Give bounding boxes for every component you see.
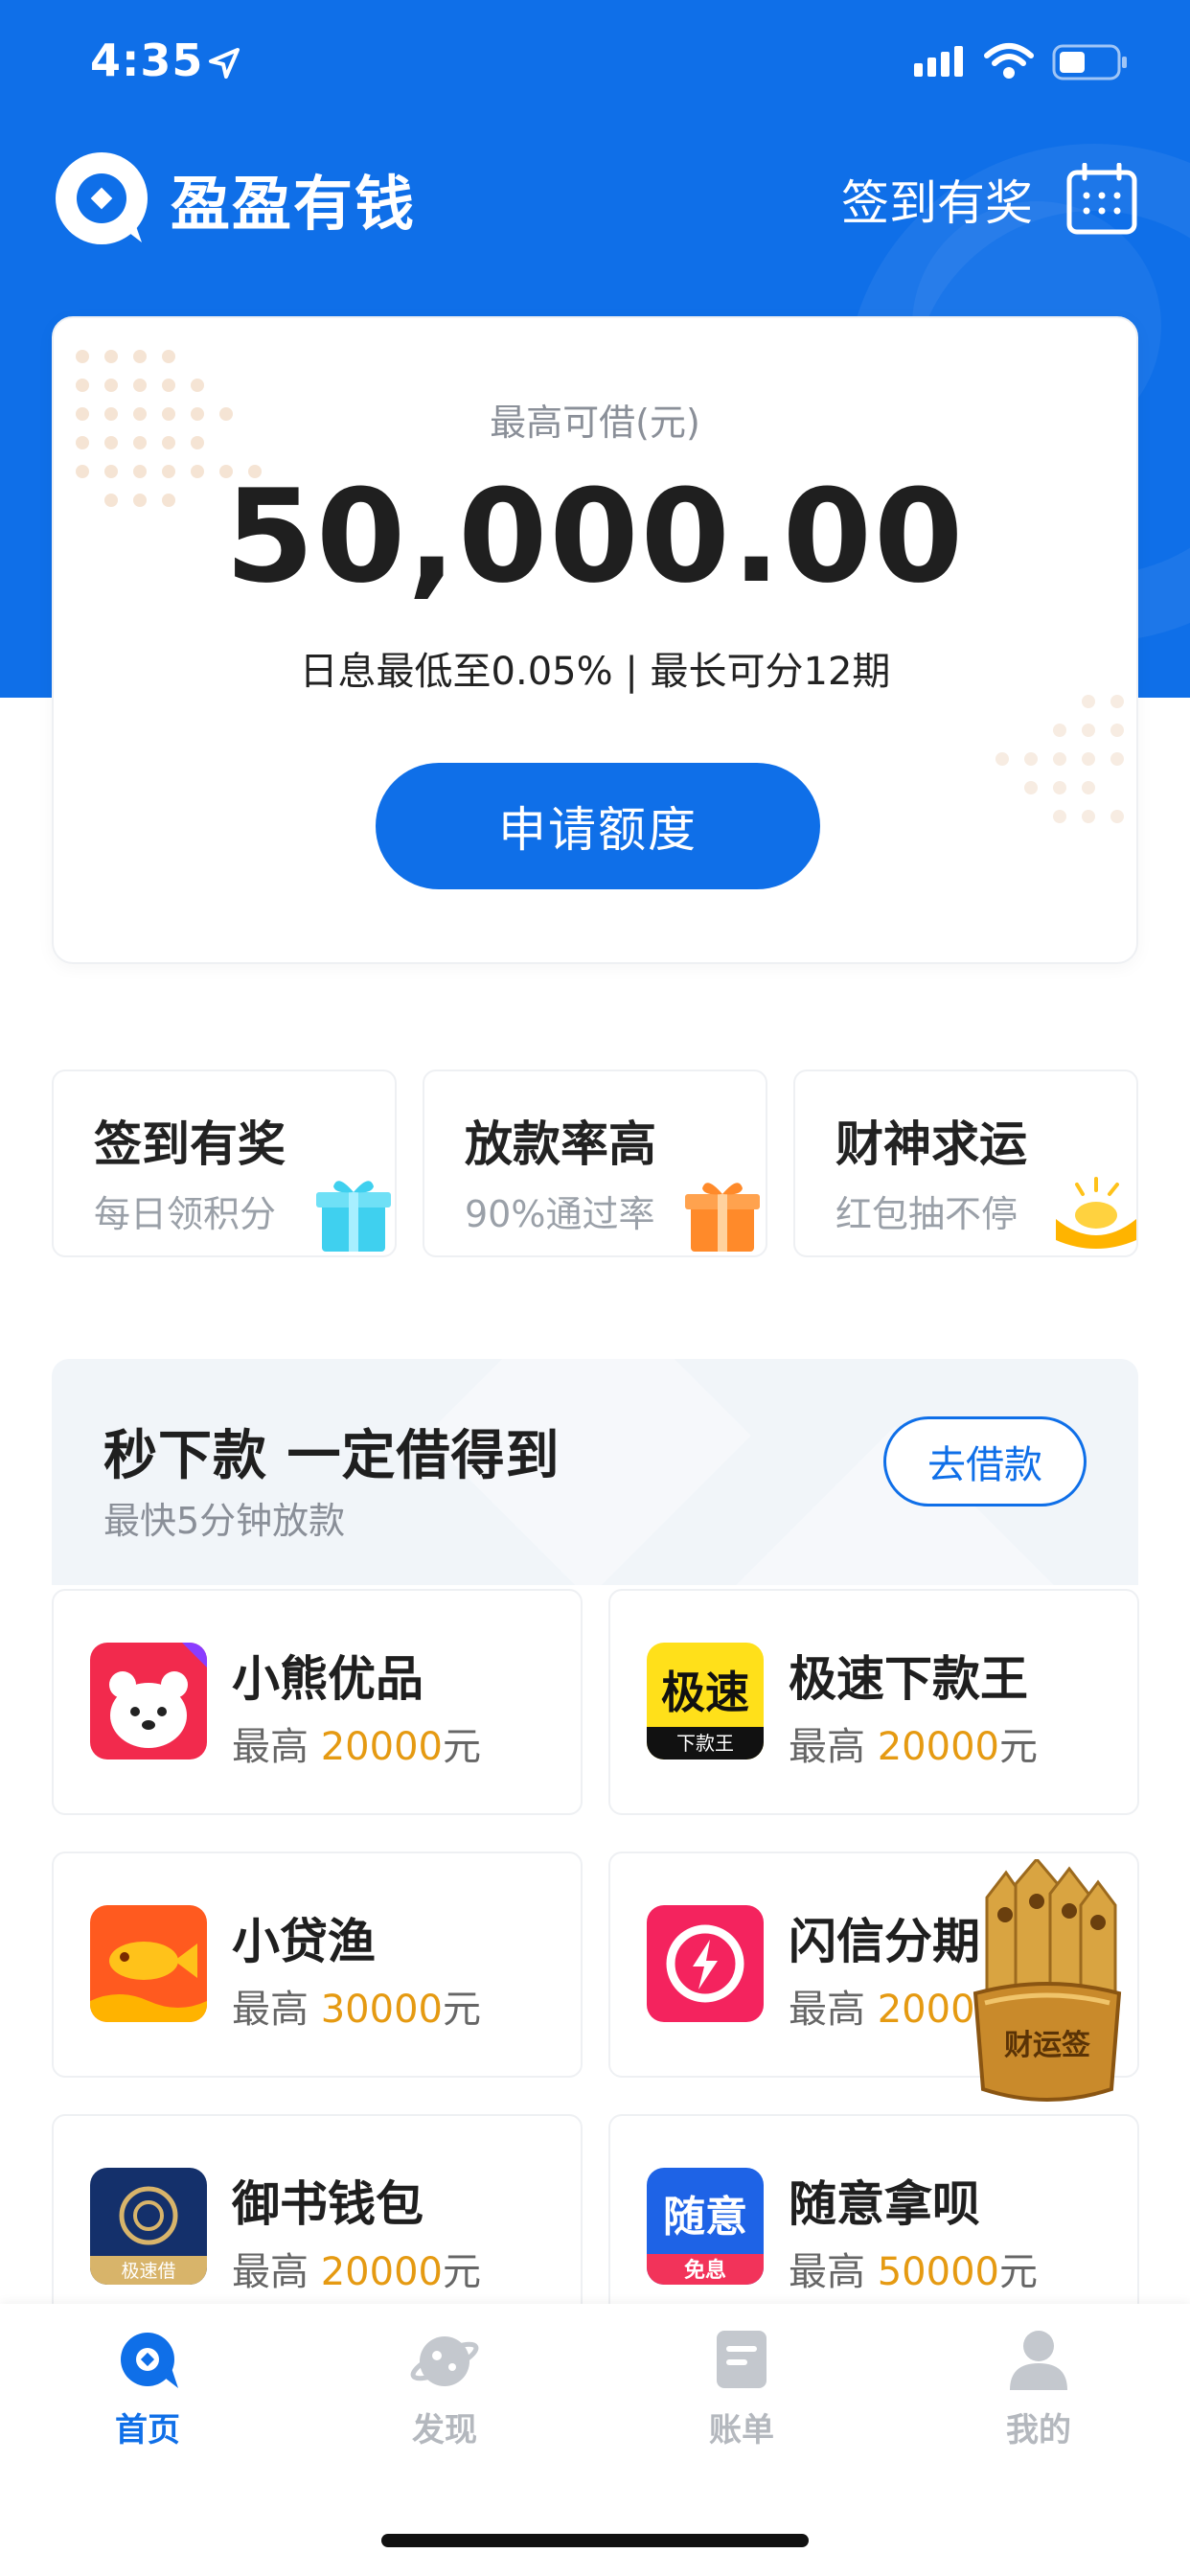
product-limit: 最高 20000元 — [232, 2241, 481, 2296]
status-bar: 4:35 — [0, 0, 1190, 125]
limit-prefix: 最高 — [789, 1988, 878, 2032]
loan-card: 最高可借(元) 50,000.00 日息最低至0.05% | 最长可分12期 申… — [52, 316, 1138, 964]
tab-label: 首页 — [115, 2411, 180, 2450]
product-name: 随意拿呗 — [789, 2176, 980, 2232]
limit-amount: 20000 — [320, 2250, 443, 2294]
lightning-app-icon — [647, 1905, 764, 2022]
icon-text: 极速 — [661, 1667, 749, 1718]
product-name: 御书钱包 — [232, 2176, 423, 2232]
icon-subtext: 免息 — [684, 2258, 726, 2283]
limit-amount: 30000 — [320, 1988, 443, 2032]
product-limit: 最高 20000元 — [232, 1715, 481, 1771]
limit-amount: 20000 — [320, 1725, 443, 1769]
feature-card-fortune[interactable]: 财神求运 红包抽不停 — [793, 1070, 1138, 1257]
tab-label: 账单 — [709, 2411, 774, 2450]
feature-title: 签到有奖 — [94, 1116, 286, 1172]
wifi-icon — [984, 43, 1034, 79]
limit-prefix: 最高 — [789, 1725, 878, 1769]
promo-banner: 秒下款 一定借得到 最快5分钟放款 去借款 — [52, 1359, 1138, 1585]
bill-icon — [717, 2331, 767, 2388]
product-limit: 最高 50000元 — [789, 2241, 1038, 2296]
product-name: 极速下款王 — [789, 1651, 1028, 1707]
icon-text: 随意 — [663, 2193, 747, 2242]
icon-subtext: 下款王 — [676, 1732, 734, 1755]
tab-label: 发现 — [412, 2411, 477, 2450]
gift-box-icon — [316, 1181, 391, 1252]
product-card[interactable]: 小熊优品 最高 20000元 — [52, 1589, 583, 1815]
feature-subtitle: 90%通过率 — [465, 1193, 655, 1235]
tab-home[interactable]: 首页 — [61, 2325, 234, 2459]
limit-prefix: 最高 — [232, 1988, 321, 2032]
apply-credit-button[interactable]: 申请额度 — [376, 763, 820, 889]
checkin-reward-button[interactable]: 签到有奖 — [841, 163, 1138, 236]
product-name: 小贷渔 — [232, 1914, 376, 1969]
promo-title: 秒下款 一定借得到 — [103, 1425, 561, 1487]
interest-rate-info: 日息最低至0.05% | 最长可分12期 — [299, 650, 891, 694]
brand-name: 盈盈有钱 — [171, 169, 417, 239]
limit-amount: 50000 — [877, 2250, 999, 2294]
tab-bill[interactable]: 账单 — [655, 2325, 828, 2459]
limit-unit: 元 — [998, 2250, 1038, 2294]
product-name: 小熊优品 — [232, 1651, 423, 1707]
home-icon — [121, 2333, 178, 2388]
feature-card-approval[interactable]: 放款率高 90%通过率 — [423, 1070, 767, 1257]
profile-icon — [1010, 2331, 1067, 2390]
tab-profile[interactable]: 我的 — [952, 2325, 1125, 2459]
product-card[interactable]: 小贷渔 最高 30000元 — [52, 1852, 583, 2078]
limit-unit: 元 — [998, 1725, 1038, 1769]
yushu-app-icon: 极速借 — [90, 2168, 207, 2285]
calendar-icon — [1066, 163, 1137, 235]
icon-text: 极速借 — [121, 2261, 175, 2282]
limit-amount: 20000 — [877, 1725, 999, 1769]
tab-label: 我的 — [1006, 2411, 1071, 2450]
gold-ingot-icon — [1056, 1177, 1136, 1249]
discover-icon — [410, 2336, 479, 2386]
bear-app-icon — [90, 1643, 207, 1760]
limit-unit: 元 — [442, 1725, 481, 1769]
suiyi-app-icon: 随意 免息 — [647, 2168, 764, 2285]
gift-orange-icon — [685, 1183, 760, 1252]
battery-icon — [1052, 44, 1127, 80]
fortune-sticks-icon[interactable]: 财运签 — [968, 1859, 1127, 2108]
max-loan-amount: 50,000.00 — [224, 462, 966, 611]
jisu-app-icon: 极速 下款王 — [647, 1643, 764, 1760]
fish-app-icon — [90, 1905, 207, 2022]
limit-unit: 元 — [442, 2250, 481, 2294]
checkin-reward-label: 签到有奖 — [841, 175, 1033, 231]
product-limit: 最高 20000元 — [789, 1715, 1038, 1771]
feature-card-checkin[interactable]: 签到有奖 每日领积分 — [52, 1070, 397, 1257]
feature-subtitle: 红包抽不停 — [835, 1193, 1018, 1235]
status-time: 4:35 — [90, 34, 204, 86]
limit-prefix: 最高 — [232, 1725, 321, 1769]
brand-logo-icon — [56, 152, 148, 244]
feature-title: 财神求运 — [835, 1116, 1027, 1172]
home-indicator[interactable] — [381, 2534, 809, 2547]
location-arrow-icon — [209, 48, 240, 79]
feature-subtitle: 每日领积分 — [94, 1193, 277, 1235]
product-limit: 最高 30000元 — [232, 1978, 481, 2034]
fortune-sticks-label: 财运签 — [1004, 2029, 1090, 2062]
product-name: 闪信分期 — [789, 1914, 980, 1969]
limit-unit: 元 — [442, 1988, 481, 2032]
tab-discover[interactable]: 发现 — [358, 2325, 531, 2459]
feature-title: 放款率高 — [465, 1116, 656, 1172]
cellular-signal-icon — [914, 46, 963, 77]
product-card[interactable]: 极速 下款王 极速下款王 最高 20000元 — [608, 1589, 1139, 1815]
max-loan-caption: 最高可借(元) — [490, 402, 700, 444]
dot-pattern-decoration — [995, 695, 1124, 823]
limit-prefix: 最高 — [789, 2250, 878, 2294]
go-borrow-button[interactable]: 去借款 — [883, 1416, 1087, 1506]
promo-subtitle: 最快5分钟放款 — [103, 1500, 346, 1542]
brand-header: 盈盈有钱 — [50, 146, 416, 251]
limit-prefix: 最高 — [232, 2250, 321, 2294]
